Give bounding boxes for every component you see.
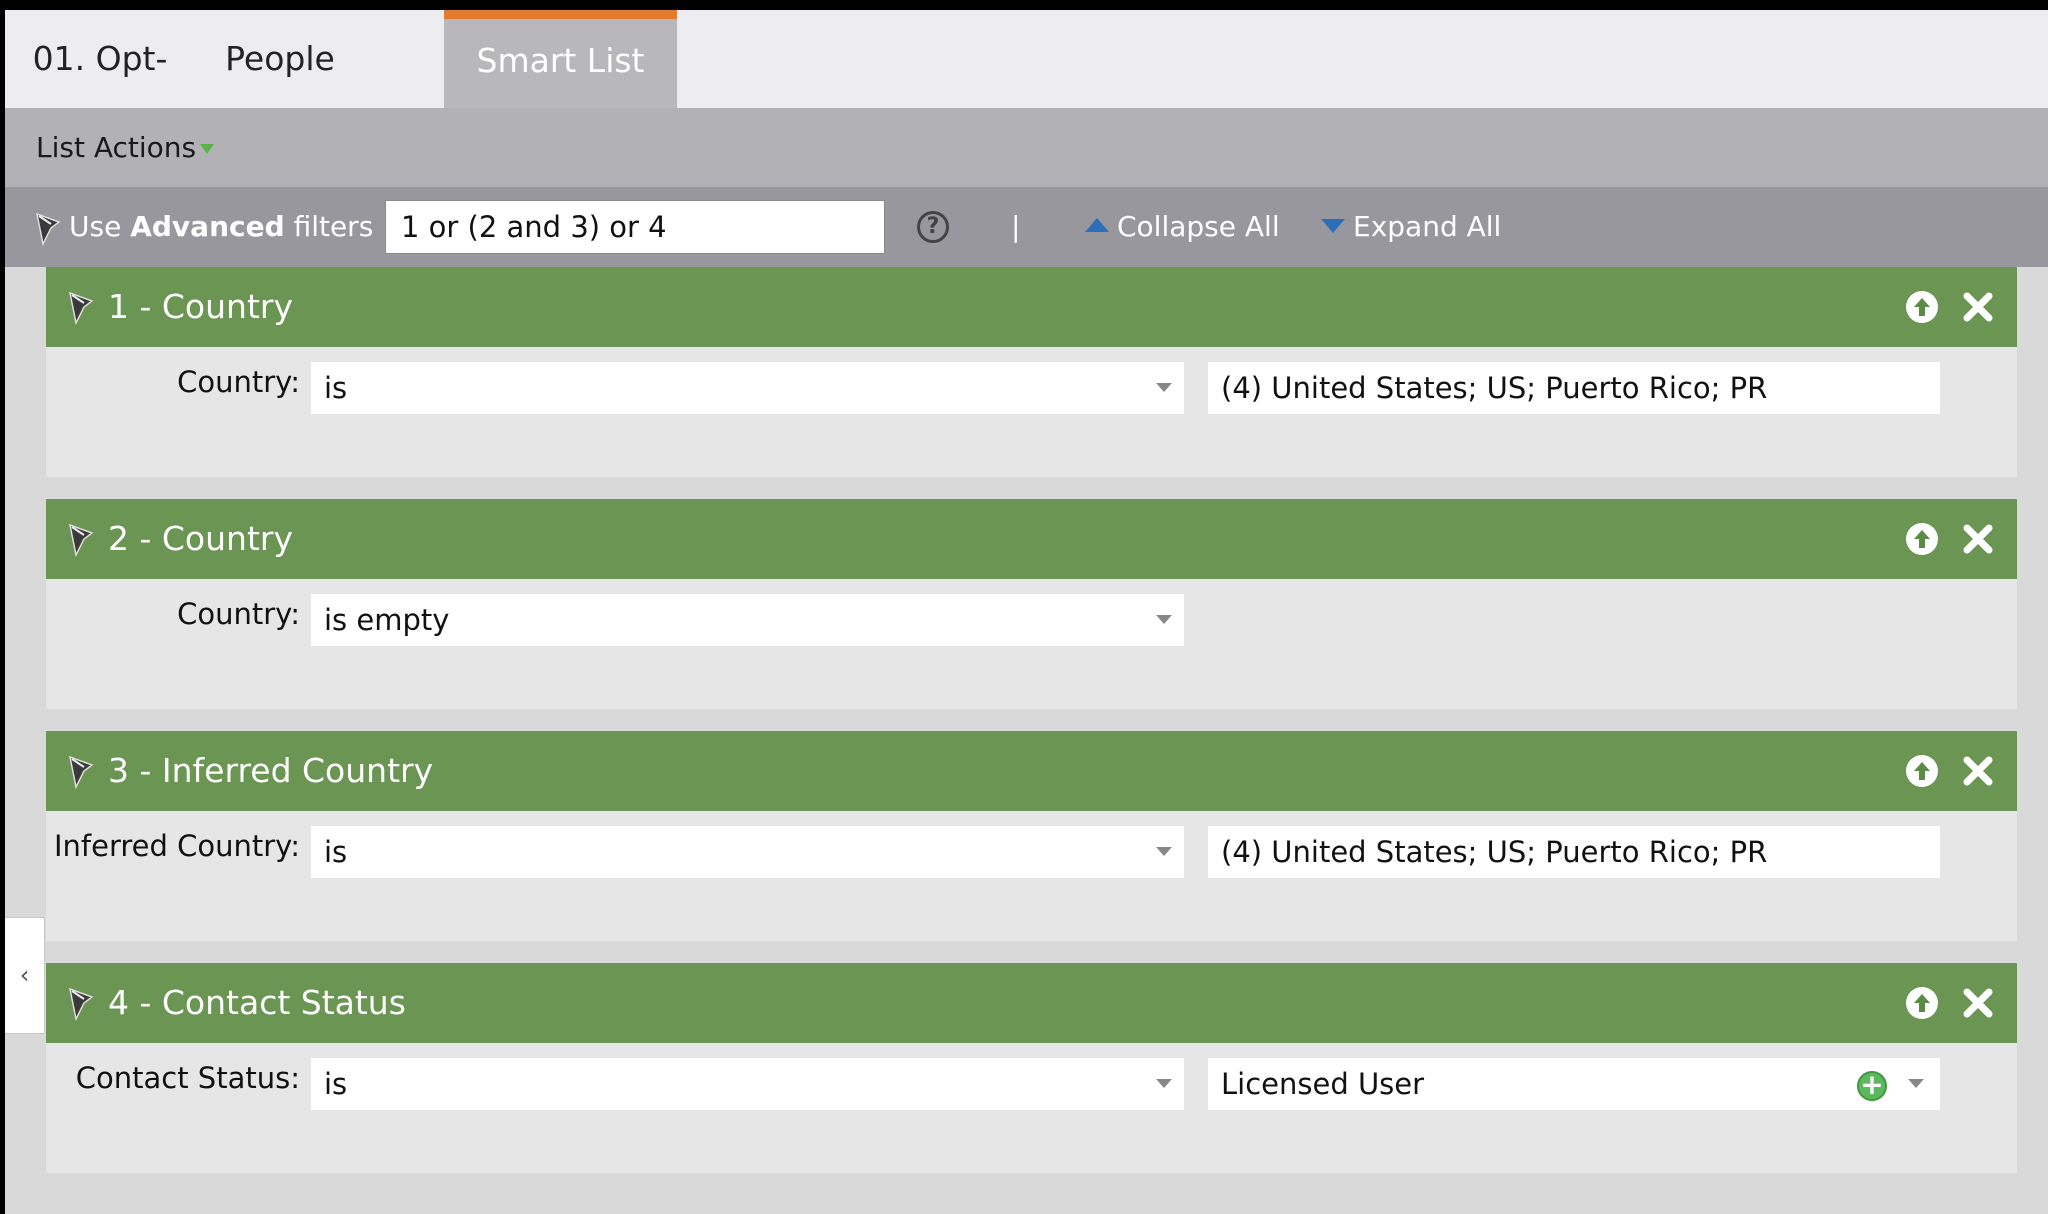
field-label: Country: xyxy=(177,597,300,631)
tab-bar: 01. Opt-Out People Smart List xyxy=(5,10,2048,176)
operator-select[interactable]: is empty xyxy=(311,594,1184,646)
move-up-icon[interactable] xyxy=(1906,523,1938,555)
dropdown-caret-icon[interactable] xyxy=(1908,1079,1924,1088)
advanced-filters-menu[interactable]: Use Advanced filters xyxy=(35,187,400,267)
filter-funnel-icon xyxy=(36,212,61,247)
dropdown-caret-icon xyxy=(1156,383,1172,392)
value-text: Licensed User xyxy=(1221,1067,1425,1101)
smart-list-app: 01. Opt-Out People Smart List List Actio… xyxy=(5,10,2048,1214)
filter-title: 3 - Inferred Country xyxy=(108,751,434,790)
operator-value: is xyxy=(324,835,348,869)
close-icon[interactable] xyxy=(1958,751,1998,791)
filter-title: 1 - Country xyxy=(108,287,293,326)
move-up-icon[interactable] xyxy=(1906,987,1938,1019)
expand-triangle-icon xyxy=(1321,219,1345,233)
tab-smart-list[interactable]: Smart List xyxy=(444,10,677,108)
close-icon[interactable] xyxy=(1958,287,1998,327)
list-actions-label: List Actions xyxy=(36,131,197,164)
move-up-icon[interactable] xyxy=(1906,291,1938,323)
filter-header[interactable]: 4 - Contact Status xyxy=(46,963,2017,1043)
filter-funnel-icon xyxy=(69,755,94,789)
operator-value: is xyxy=(324,1067,348,1101)
move-up-icon[interactable] xyxy=(1906,755,1938,787)
operator-select[interactable]: is xyxy=(311,826,1184,878)
field-label: Inferred Country: xyxy=(53,829,300,863)
filter-card-4: 4 - Contact Status Contact Status: is Li… xyxy=(46,963,2017,1173)
filter-header[interactable]: 2 - Country xyxy=(46,499,2017,579)
value-field[interactable]: Licensed User + xyxy=(1208,1058,1940,1110)
add-icon[interactable]: + xyxy=(1857,1071,1887,1101)
filter-funnel-icon xyxy=(69,291,94,325)
advanced-label: Advanced xyxy=(130,210,285,243)
collapse-all-label: Collapse All xyxy=(1117,210,1280,243)
dropdown-caret-icon xyxy=(1156,1079,1172,1088)
dropdown-caret-icon xyxy=(1156,847,1172,856)
use-label: Use xyxy=(69,210,122,243)
value-field[interactable]: (4) United States; US; Puerto Rico; PR xyxy=(1208,362,1940,414)
tab-people[interactable]: People xyxy=(205,10,355,108)
sidebar-toggle-button[interactable]: ‹ xyxy=(5,917,45,1034)
filter-card-1: 1 - Country Country: is (4) United State… xyxy=(46,267,2017,477)
filter-toolbar: Use Advanced filters ? | Collapse All Ex… xyxy=(5,187,2048,267)
operator-value: is empty xyxy=(324,603,450,637)
close-icon[interactable] xyxy=(1958,983,1998,1023)
operator-select[interactable]: is xyxy=(311,362,1184,414)
dropdown-caret-icon xyxy=(200,144,215,154)
filter-logic-input[interactable] xyxy=(385,200,885,254)
filter-title: 2 - Country xyxy=(108,519,293,558)
operator-value: is xyxy=(324,371,348,405)
toolbar-separator: | xyxy=(1011,210,1021,243)
help-icon[interactable]: ? xyxy=(917,211,949,243)
filter-funnel-icon xyxy=(69,523,94,557)
field-label: Contact Status: xyxy=(75,1061,300,1095)
filter-card-3: 3 - Inferred Country Inferred Country: i… xyxy=(46,731,2017,941)
filter-funnel-icon xyxy=(69,987,94,1021)
expand-all-button[interactable]: Expand All xyxy=(1321,187,1501,267)
filter-header[interactable]: 1 - Country xyxy=(46,267,2017,347)
collapse-all-button[interactable]: Collapse All xyxy=(1085,187,1280,267)
value-field[interactable]: (4) United States; US; Puerto Rico; PR xyxy=(1208,826,1940,878)
operator-select[interactable]: is xyxy=(311,1058,1184,1110)
list-actions-menu[interactable]: List Actions xyxy=(36,108,215,187)
field-label: Country: xyxy=(177,365,300,399)
tab-opt-out[interactable]: 01. Opt-Out xyxy=(5,10,195,176)
filter-title: 4 - Contact Status xyxy=(108,983,406,1022)
filters-label: filters xyxy=(293,210,374,243)
collapse-triangle-icon xyxy=(1085,218,1109,232)
list-actions-bar: List Actions xyxy=(5,108,2048,187)
filter-card-2: 2 - Country Country: is empty xyxy=(46,499,2017,709)
expand-all-label: Expand All xyxy=(1353,210,1502,243)
close-icon[interactable] xyxy=(1958,519,1998,559)
filter-header[interactable]: 3 - Inferred Country xyxy=(46,731,2017,811)
dropdown-caret-icon xyxy=(1156,615,1172,624)
